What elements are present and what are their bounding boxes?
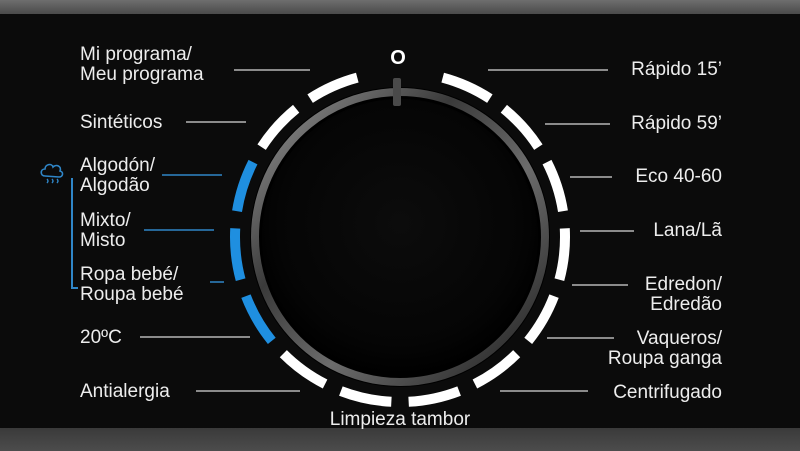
label-line: Rápido 15’: [631, 59, 722, 80]
program-label-eco-40-60[interactable]: Eco 40-60: [635, 167, 722, 187]
program-label-mixto[interactable]: Mixto/ Misto: [80, 211, 131, 251]
label-line: Roupa ganga: [607, 348, 722, 369]
label-line: Meu programa: [80, 64, 204, 85]
dial-segment: [232, 159, 258, 212]
label-line: Edredon/: [644, 274, 722, 295]
program-label-limpieza-tambor[interactable]: Limpieza tambor: [300, 410, 500, 430]
program-label-edredon[interactable]: Edredon/ Edredão: [645, 275, 722, 315]
dial-segment: [339, 386, 392, 407]
program-label-ropa-bebe[interactable]: Ropa bebé/ Roupa bebé: [80, 265, 184, 305]
program-label-20c[interactable]: 20ºC: [80, 328, 122, 348]
dial-segment: [554, 228, 570, 281]
label-line: Centrifugado: [613, 382, 722, 403]
dial-segment: [408, 386, 461, 407]
cloud-steam-icon: [40, 163, 64, 184]
dial-segment: [229, 228, 246, 281]
label-line: Vaqueros/: [636, 328, 722, 349]
program-selector-knob[interactable]: [262, 99, 538, 375]
label-line: Algodón/: [80, 155, 156, 176]
program-label-rapido-59[interactable]: Rápido 59’: [631, 114, 722, 134]
label-line: Mixto/: [80, 210, 131, 231]
dial-zero-label: O: [390, 47, 406, 69]
label-line: 20ºC: [80, 327, 122, 348]
dial-segment: [542, 159, 568, 212]
program-label-vaqueros[interactable]: Vaqueros/ Roupa ganga: [608, 329, 722, 369]
label-line: Sintéticos: [80, 112, 163, 133]
program-label-lana[interactable]: Lana/Lã: [653, 221, 722, 241]
program-label-mi-programa[interactable]: Mi programa/ Meu programa: [80, 45, 204, 85]
knob-pointer-marker: [393, 78, 401, 106]
label-line: Misto: [80, 230, 126, 251]
label-line: Mi programa/: [80, 44, 192, 65]
label-line: Ropa bebé/: [80, 264, 179, 285]
label-line: Eco 40-60: [635, 166, 722, 187]
label-line: Lana/Lã: [653, 220, 722, 241]
label-line: Antialergia: [80, 381, 170, 402]
program-label-antialergia[interactable]: Antialergia: [80, 382, 170, 402]
label-line: Edredão: [650, 294, 722, 315]
program-label-algodon[interactable]: Algodón/ Algodão: [80, 156, 155, 196]
program-label-centrifugado[interactable]: Centrifugado: [613, 383, 722, 403]
label-line: Rápido 59’: [631, 113, 722, 134]
label-line: Algodão: [80, 175, 150, 196]
label-line: Roupa bebé: [80, 284, 184, 305]
program-label-sinteticos[interactable]: Sintéticos: [80, 113, 162, 133]
program-label-rapido-15[interactable]: Rápido 15’: [631, 60, 722, 80]
label-line: Limpieza tambor: [329, 409, 471, 430]
